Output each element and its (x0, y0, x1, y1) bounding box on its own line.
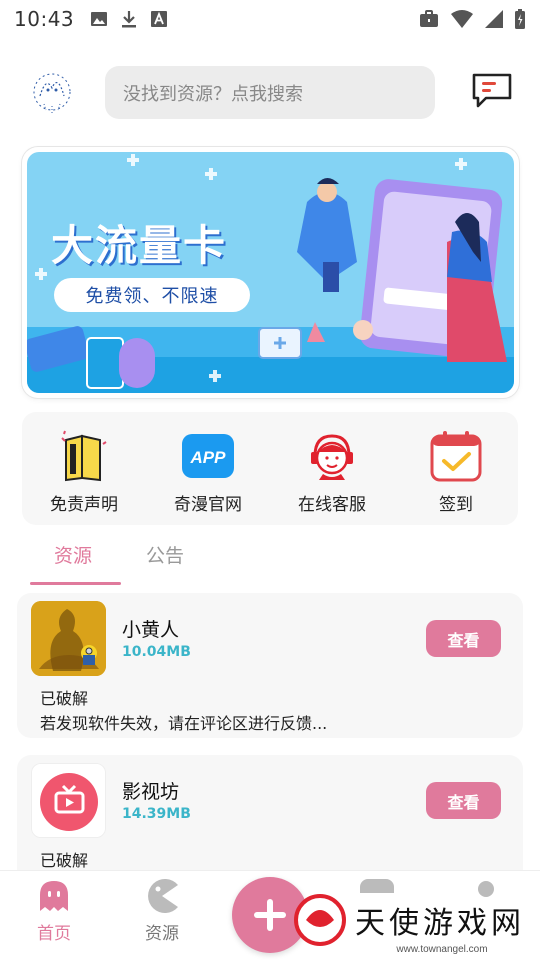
banner-subtitle: 免费领、不限速 (54, 278, 250, 312)
resource-tag: 已破解 (40, 689, 89, 708)
briefcase-icon (420, 10, 438, 27)
nav-label: 资源 (145, 924, 179, 944)
wifi-icon (451, 10, 473, 28)
content-tabs: 资源 公告 (30, 535, 330, 585)
quick-actions: 免责声明 APP 奇漫官网 在线客服 签到 (22, 412, 518, 525)
resource-name: 影视坊 (122, 781, 180, 803)
quick-action-checkin[interactable]: 签到 (394, 412, 518, 525)
watermark: 天使游戏网 www.townangel.com (292, 880, 532, 960)
nav-label: 首页 (37, 924, 71, 944)
nav-resources[interactable]: 资源 (122, 879, 202, 944)
quick-action-disclaimer[interactable]: 免责声明 (22, 412, 146, 525)
pacman-icon (148, 879, 178, 913)
watermark-text: 天使游戏网 (355, 906, 525, 941)
resource-description: 若发现软件失效，请在评论区进行反馈... (40, 714, 328, 733)
banner-title: 大流量卡 (51, 221, 228, 270)
customer-service-icon (304, 430, 360, 482)
font-icon (151, 11, 168, 27)
search-input[interactable]: 没找到资源？点我搜索 (105, 66, 435, 119)
view-button[interactable]: 查看 (426, 782, 501, 819)
download-icon (122, 11, 137, 28)
app-header: 没找到资源？点我搜索 (0, 60, 540, 124)
resource-size: 14.39MB (122, 806, 191, 822)
battery-icon (515, 9, 525, 29)
nav-home[interactable]: 首页 (14, 879, 94, 944)
status-time: 10:43 (14, 7, 75, 31)
quick-action-website[interactable]: APP 奇漫官网 (146, 412, 270, 525)
view-button[interactable]: 查看 (426, 620, 501, 657)
message-button[interactable] (470, 72, 518, 112)
quick-action-support[interactable]: 在线客服 (270, 412, 394, 525)
quick-action-label: 免责声明 (50, 495, 118, 515)
resource-name: 小黄人 (122, 619, 180, 641)
ghost-icon (40, 881, 68, 911)
resource-card[interactable]: 小黄人 10.04MB 查看 已破解 若发现软件失效，请在评论区进行反馈... (17, 593, 523, 738)
status-bar: 10:43 (0, 0, 540, 38)
plus-icon (254, 899, 286, 931)
app-icon: APP (180, 430, 236, 482)
calendar-check-icon (428, 430, 484, 482)
resource-thumbnail (31, 601, 106, 676)
resource-card[interactable]: 影视坊 14.39MB 查看 已破解 (17, 755, 523, 875)
banner-image: 大流量卡 免费领、不限速 (27, 152, 514, 393)
search-placeholder: 没找到资源？点我搜索 (123, 83, 303, 105)
notification-icons (90, 9, 168, 29)
active-tab-indicator (30, 582, 121, 585)
quick-action-label: 签到 (439, 495, 473, 515)
resource-thumbnail (31, 763, 106, 838)
app-icon-text: APP (190, 448, 227, 467)
app-logo[interactable] (28, 66, 76, 118)
resource-size: 10.04MB (122, 644, 191, 660)
tab-resources[interactable]: 资源 (54, 541, 92, 568)
quick-action-label: 在线客服 (298, 495, 366, 515)
system-icons (418, 8, 526, 30)
image-icon (91, 12, 108, 26)
watermark-url: www.townangel.com (395, 944, 487, 955)
resource-tag: 已破解 (40, 851, 89, 870)
message-icon (472, 73, 512, 108)
quick-action-label: 奇漫官网 (174, 495, 242, 515)
book-icon (56, 430, 112, 482)
signal-icon (485, 10, 503, 28)
promo-banner[interactable]: 大流量卡 免费领、不限速 (22, 147, 519, 398)
tab-announcements[interactable]: 公告 (146, 541, 184, 568)
